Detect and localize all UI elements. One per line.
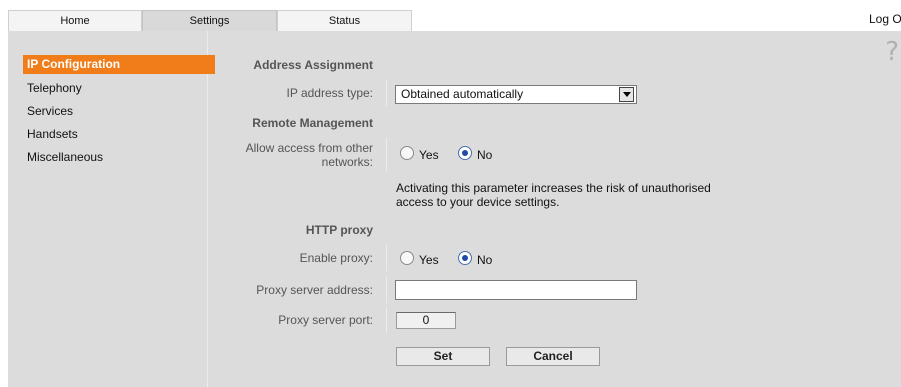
allow-access-label-line1: Allow access from other	[245, 141, 373, 155]
remote-no-radio[interactable]	[458, 146, 472, 160]
cancel-button[interactable]: Cancel	[506, 347, 600, 366]
help-icon[interactable]: ?	[885, 39, 899, 65]
ip-address-type-value: Obtained automatically	[401, 87, 524, 101]
log-off-link[interactable]: Log Of	[869, 12, 901, 26]
separator	[386, 138, 387, 172]
remote-warning-line2: access to your device settings.	[396, 195, 560, 209]
http-proxy-heading: HTTP proxy	[305, 223, 373, 237]
remote-yes-radio[interactable]	[400, 146, 414, 160]
remote-warning-text: Activating this parameter increases the …	[396, 181, 736, 209]
allow-access-label: Allow access from other networks:	[133, 141, 373, 169]
proxy-no-radio[interactable]	[458, 251, 472, 265]
remote-no-label[interactable]: No	[477, 148, 492, 162]
proxy-server-port-label: Proxy server port:	[278, 313, 373, 327]
remote-warning-line1: Activating this parameter increases the …	[396, 181, 711, 195]
separator	[386, 277, 387, 303]
enable-proxy-label: Enable proxy:	[299, 251, 373, 265]
ip-address-type-label: IP address type:	[286, 86, 374, 100]
proxy-server-address-label: Proxy server address:	[256, 283, 373, 297]
proxy-no-label[interactable]: No	[477, 253, 492, 267]
tab-status[interactable]: Status	[277, 10, 412, 31]
separator	[386, 245, 387, 271]
separator	[386, 80, 387, 106]
top-tab-bar: Home Settings Status Log Of	[0, 0, 901, 31]
proxy-server-address-input[interactable]	[395, 280, 637, 300]
remote-management-heading: Remote Management	[252, 116, 373, 130]
tab-home[interactable]: Home	[8, 10, 142, 31]
separator	[386, 307, 387, 333]
proxy-yes-label[interactable]: Yes	[419, 253, 439, 267]
allow-access-label-line2: networks:	[321, 155, 373, 169]
chevron-down-icon[interactable]	[619, 87, 634, 102]
proxy-server-port-input[interactable]: 0	[396, 312, 456, 329]
set-button[interactable]: Set	[396, 347, 490, 366]
ip-address-type-select[interactable]: Obtained automatically	[395, 85, 637, 104]
tab-settings[interactable]: Settings	[142, 10, 277, 31]
proxy-yes-radio[interactable]	[400, 251, 414, 265]
remote-yes-label[interactable]: Yes	[419, 148, 439, 162]
address-assignment-heading: Address Assignment	[253, 58, 373, 72]
